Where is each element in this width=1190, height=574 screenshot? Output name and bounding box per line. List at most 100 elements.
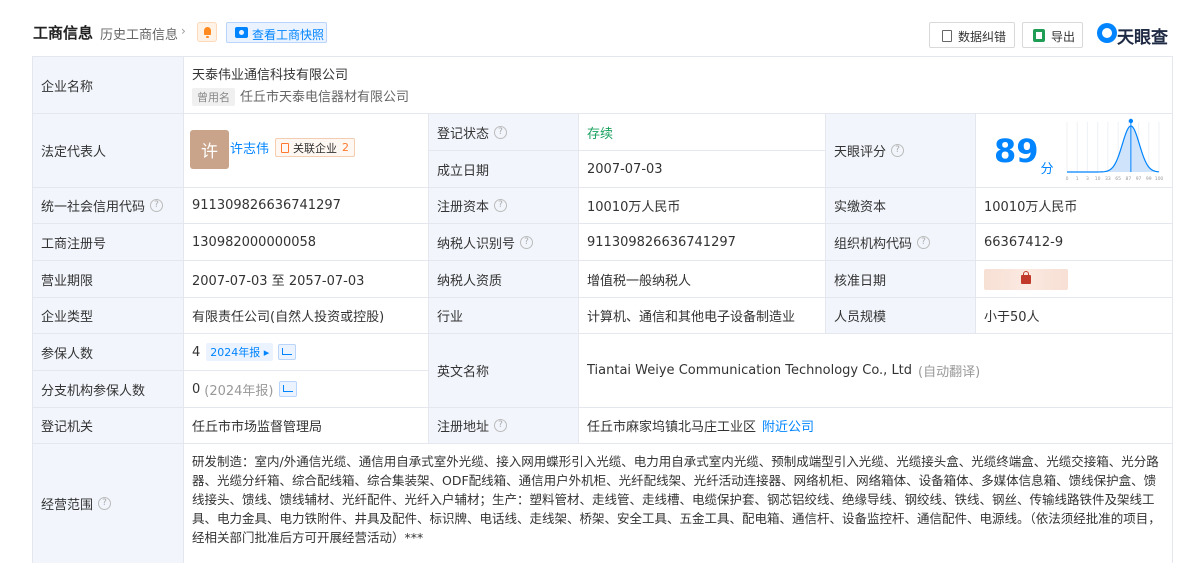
value-type: 有限责任公司(自然人投资或控股) (184, 298, 429, 334)
branch-insured-count: 0 (192, 381, 201, 397)
chevron-right-icon: › (181, 24, 186, 38)
section-header: 工商信息 历史工商信息 › 查看工商快照 数据纠错 导出 天眼查 (0, 0, 1190, 56)
value-address: 任丘市麻家坞镇北马庄工业区 附近公司 (579, 408, 1173, 444)
related-count: 2 (342, 141, 350, 154)
business-term: 2007-07-03 至 2057-07-03 (192, 273, 365, 289)
value-paid-capital: 10010万人民币 (976, 188, 1173, 224)
locked-content[interactable] (984, 268, 1068, 290)
legal-rep-link[interactable]: 许志伟 (230, 138, 269, 157)
tick-label: 1 (1076, 176, 1079, 182)
history-link[interactable]: 历史工商信息 (100, 24, 178, 43)
label-text: 企业类型 (41, 310, 94, 325)
label-company-name: 企业名称 (33, 57, 184, 114)
company-type: 有限责任公司(自然人投资或控股) (192, 310, 385, 325)
label-text: 实缴资本 (834, 200, 887, 215)
legal-rep-row: 许志伟 关联企业 2 (230, 138, 356, 157)
help-icon[interactable]: ? (494, 199, 508, 212)
related-label: 关联企业 (293, 141, 338, 155)
label-found-date: 成立日期 (429, 151, 579, 188)
label-scope: 经营范围? (33, 444, 184, 563)
tick-label: 10 (1095, 176, 1101, 182)
help-icon[interactable]: ? (917, 235, 931, 249)
label-type: 企业类型 (33, 298, 184, 334)
help-icon[interactable]: ? (891, 144, 905, 157)
label-reg-status: 登记状态? (429, 114, 579, 151)
export-button-label: 导出 (1051, 30, 1076, 44)
former-name: 任丘市天泰电信器材有限公司 (240, 90, 410, 105)
help-icon[interactable]: ? (98, 497, 112, 510)
document-icon (942, 30, 952, 42)
related-companies-tag[interactable]: 关联企业 2 (275, 138, 356, 157)
business-scope: 研发制造：室内/外通信光缆、通信用自承式室外光缆、接入网用蝶形引入光缆、电力用自… (192, 454, 1161, 545)
correction-button[interactable]: 数据纠错 (929, 22, 1015, 48)
value-score[interactable]: 89 分 0 1 3 10 33 65 87 97 99 100 (976, 114, 1173, 188)
label-text: 注册地址 (437, 420, 490, 435)
score-marker-dot (1128, 118, 1134, 124)
label-text: 天眼评分 (834, 145, 887, 160)
value-taxpayer-id: 911309826636741297 (579, 224, 826, 261)
value-english-name: Tiantai Weiye Communication Technology C… (579, 334, 1173, 408)
tick-label: 3 (1086, 176, 1089, 182)
label-text: 纳税人资质 (437, 273, 503, 289)
label-score: 天眼评分? (826, 114, 976, 188)
value-scope: 研发制造：室内/外通信光缆、通信用自承式室外光缆、接入网用蝶形引入光缆、电力用自… (184, 444, 1173, 563)
label-reg-capital: 注册资本? (429, 188, 579, 224)
value-insured: 4 2024年报 ▸ (184, 334, 429, 371)
staff-size: 小于50人 (984, 310, 1040, 325)
insured-year-tag[interactable]: 2024年报 ▸ (206, 343, 274, 361)
label-text: 参保人数 (41, 346, 94, 362)
label-credit-code: 统一社会信用代码? (33, 188, 184, 224)
label-text: 登记状态 (437, 126, 490, 142)
nearby-companies-link[interactable]: 附近公司 (762, 416, 814, 435)
snapshot-button[interactable]: 查看工商快照 (226, 22, 327, 43)
label-biz-reg-no: 工商注册号 (33, 224, 184, 261)
help-icon[interactable]: ? (150, 199, 164, 212)
label-text: 营业期限 (41, 273, 94, 289)
label-address: 注册地址? (429, 408, 579, 444)
value-company-name: 天泰伟业通信科技有限公司 曾用名 任丘市天泰电信器材有限公司 (184, 57, 1173, 114)
tick-label: 99 (1146, 176, 1152, 182)
label-text: 统一社会信用代码 (41, 200, 146, 215)
help-icon[interactable]: ? (520, 235, 534, 249)
insured-year: 2024年报 (210, 346, 261, 359)
trend-chart-icon[interactable] (278, 344, 297, 360)
bell-icon[interactable] (197, 22, 217, 42)
label-text: 核准日期 (834, 273, 887, 289)
lock-icon (1021, 270, 1031, 284)
label-industry: 行业 (429, 298, 579, 334)
value-industry: 计算机、通信和其他电子设备制造业 (579, 298, 826, 334)
label-text: 组织机构代码 (834, 236, 913, 252)
snapshot-button-label: 查看工商快照 (252, 28, 325, 42)
auto-translate-note: (自动翻译) (918, 365, 981, 380)
value-biz-reg-no: 130982000000058 (184, 224, 429, 261)
label-branch-insured: 分支机构参保人数 (33, 371, 184, 408)
camera-icon (235, 27, 248, 38)
english-name: Tiantai Weiye Communication Technology C… (587, 363, 913, 378)
value-found-date: 2007-07-03 (579, 151, 826, 188)
avatar[interactable]: 许 (190, 130, 229, 169)
label-text: 注册资本 (437, 200, 490, 215)
label-text: 登记机关 (41, 420, 94, 435)
label-text: 企业名称 (41, 79, 94, 95)
value-branch-insured: 0 (2024年报) (184, 371, 429, 408)
label-legal-rep: 法定代表人 (33, 114, 184, 188)
tick-label: 33 (1105, 176, 1111, 182)
paid-capital: 10010万人民币 (984, 200, 1078, 215)
label-org-code: 组织机构代码? (826, 224, 976, 261)
logo-text: 天眼查 (1117, 28, 1168, 48)
label-staff: 人员规模 (826, 298, 976, 334)
value-reg-status: 存续 (579, 114, 826, 151)
distribution-area (1067, 126, 1159, 172)
export-button[interactable]: 导出 (1022, 22, 1083, 48)
label-text: 行业 (437, 310, 464, 325)
label-text: 经营范围 (41, 498, 94, 513)
help-icon[interactable]: ? (494, 125, 508, 139)
label-english-name: 英文名称 (429, 334, 579, 408)
help-icon[interactable]: ? (494, 419, 508, 432)
value-taxpayer-qual: 增值税一般纳税人 (579, 261, 826, 298)
tick-label: 65 (1115, 176, 1121, 182)
label-text: 法定代表人 (41, 145, 107, 160)
trend-chart-icon[interactable] (278, 381, 297, 397)
label-paid-capital: 实缴资本 (826, 188, 976, 224)
label-text: 纳税人识别号 (437, 236, 516, 252)
